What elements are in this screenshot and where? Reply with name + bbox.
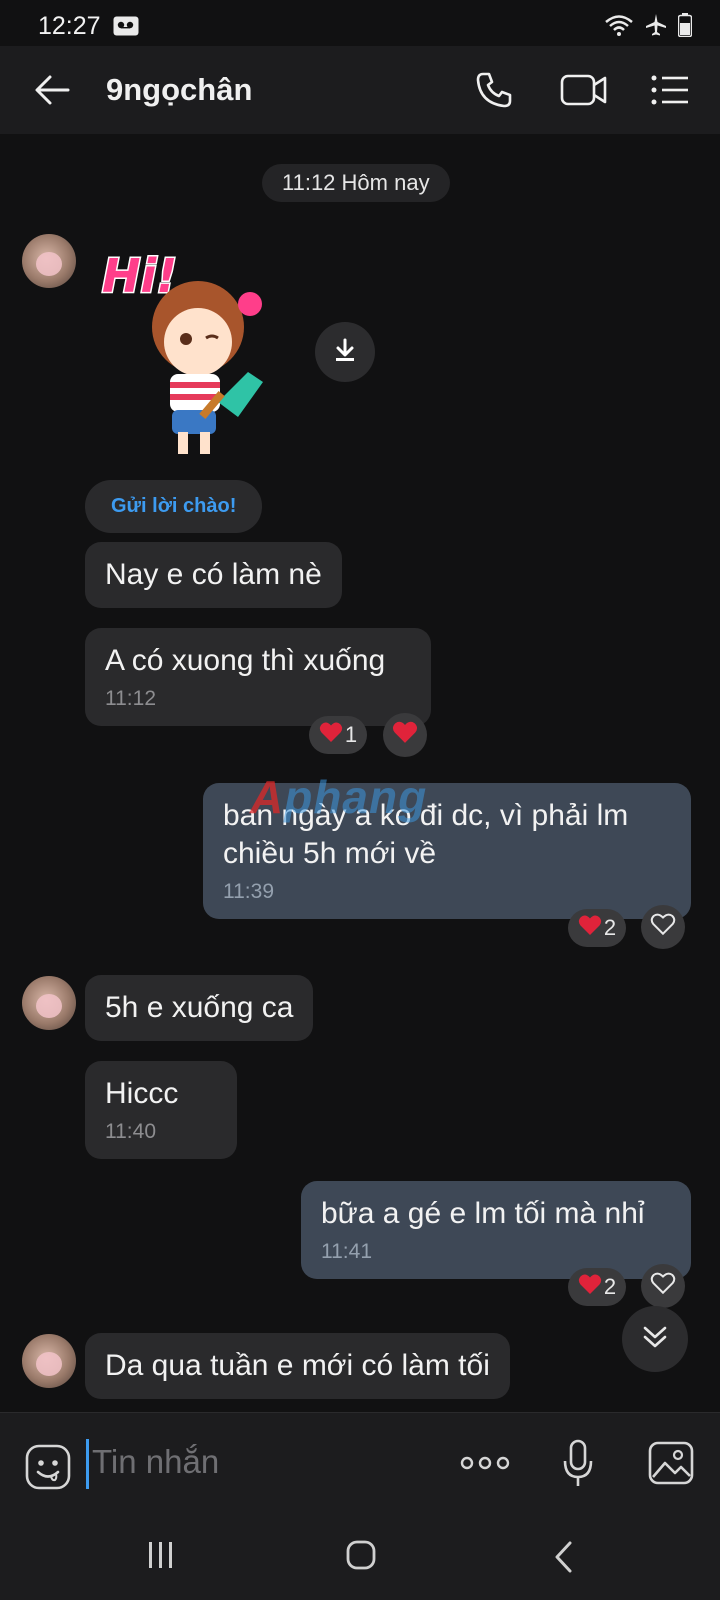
reaction-count-value: 2	[603, 915, 617, 940]
message-bubble[interactable]: Nay e có làm nè	[85, 542, 342, 608]
download-button[interactable]	[315, 322, 375, 382]
chat-header: 9ngọchân	[0, 46, 720, 134]
text-caret	[86, 1439, 89, 1489]
message-input-bar: Tin nhắn	[0, 1412, 720, 1518]
reaction-count-value: 2	[603, 1274, 617, 1299]
react-button[interactable]	[641, 1264, 685, 1308]
message-text: chiều 5h mới về	[223, 837, 437, 870]
contact-name[interactable]: 9ngọchân	[106, 72, 252, 108]
message-text: bữa a gé e lm tối mà nhỉ	[321, 1197, 645, 1230]
message-bubble-outgoing[interactable]: bữa a gé e lm tối mà nhỉ 11:41	[301, 1181, 691, 1279]
sticker-image[interactable]: Hi!	[98, 242, 278, 462]
recent-apps-icon[interactable]	[146, 1540, 176, 1575]
message-time: 11:39	[223, 880, 274, 903]
video-call-icon[interactable]	[560, 70, 608, 115]
message-time: 11:12	[105, 687, 156, 710]
message-text: 5h e xuống ca	[105, 991, 294, 1024]
gallery-icon[interactable]	[648, 1441, 694, 1490]
watermark: Aphang	[250, 771, 428, 823]
message-text: A có xuong thì xuống	[105, 644, 386, 677]
reaction-count[interactable]: 2	[568, 1268, 626, 1306]
message-input[interactable]: Tin nhắn	[92, 1443, 219, 1481]
chat-screen: 12:27 9ngọchân 11:12 Hôm nay Hi! Gửi lời…	[0, 0, 720, 1600]
message-text: Hiccc	[105, 1077, 179, 1110]
react-button[interactable]	[641, 905, 685, 949]
heart-icon	[578, 1273, 602, 1301]
message-bubble[interactable]: 5h e xuống ca	[85, 975, 314, 1041]
message-bubble[interactable]: Hiccc 11:40	[85, 1061, 237, 1159]
avatar[interactable]	[22, 234, 76, 288]
avatar[interactable]	[22, 976, 76, 1030]
emoji-sticker-icon[interactable]	[24, 1443, 72, 1496]
list-menu-icon[interactable]	[650, 70, 690, 115]
home-icon[interactable]	[346, 1540, 376, 1575]
download-icon	[332, 337, 358, 368]
status-time: 12:27	[38, 12, 101, 40]
wifi-icon	[604, 14, 634, 41]
send-greeting-button[interactable]: Gửi lời chào!	[85, 480, 263, 533]
message-text: Da qua tuần e mới có làm tối	[105, 1349, 490, 1382]
more-options-icon[interactable]	[460, 1453, 510, 1478]
message-bubble[interactable]: A có xuong thì xuống 11:12	[85, 628, 431, 726]
reaction-count-value: 1	[344, 722, 358, 747]
avatar[interactable]	[22, 1334, 76, 1388]
react-button[interactable]	[383, 713, 427, 757]
message-time: 11:40	[105, 1120, 156, 1143]
system-nav-bar	[0, 1518, 720, 1600]
heart-icon	[578, 914, 602, 942]
heart-outline-icon	[650, 912, 676, 942]
battery-icon	[677, 13, 693, 42]
heart-icon	[392, 720, 418, 750]
microphone-icon[interactable]	[562, 1439, 594, 1494]
status-bar: 12:27	[0, 0, 720, 46]
nav-back-icon[interactable]	[552, 1540, 576, 1579]
reaction-count[interactable]: 1	[309, 716, 367, 754]
heart-icon	[319, 721, 343, 749]
back-arrow-icon[interactable]	[32, 70, 72, 115]
heart-outline-icon	[650, 1271, 676, 1301]
phone-icon[interactable]	[474, 70, 514, 115]
double-chevron-down-icon	[640, 1322, 670, 1357]
reaction-count[interactable]: 2	[568, 909, 626, 947]
voicemail-icon	[113, 16, 139, 41]
date-separator: 11:12 Hôm nay	[262, 164, 450, 202]
message-text: Nay e có làm nè	[105, 558, 322, 591]
scroll-to-bottom-button[interactable]	[622, 1306, 688, 1372]
message-bubble[interactable]: Da qua tuần e mới có làm tối	[85, 1333, 510, 1399]
airplane-mode-icon	[644, 13, 668, 42]
message-time: 11:41	[321, 1240, 372, 1263]
